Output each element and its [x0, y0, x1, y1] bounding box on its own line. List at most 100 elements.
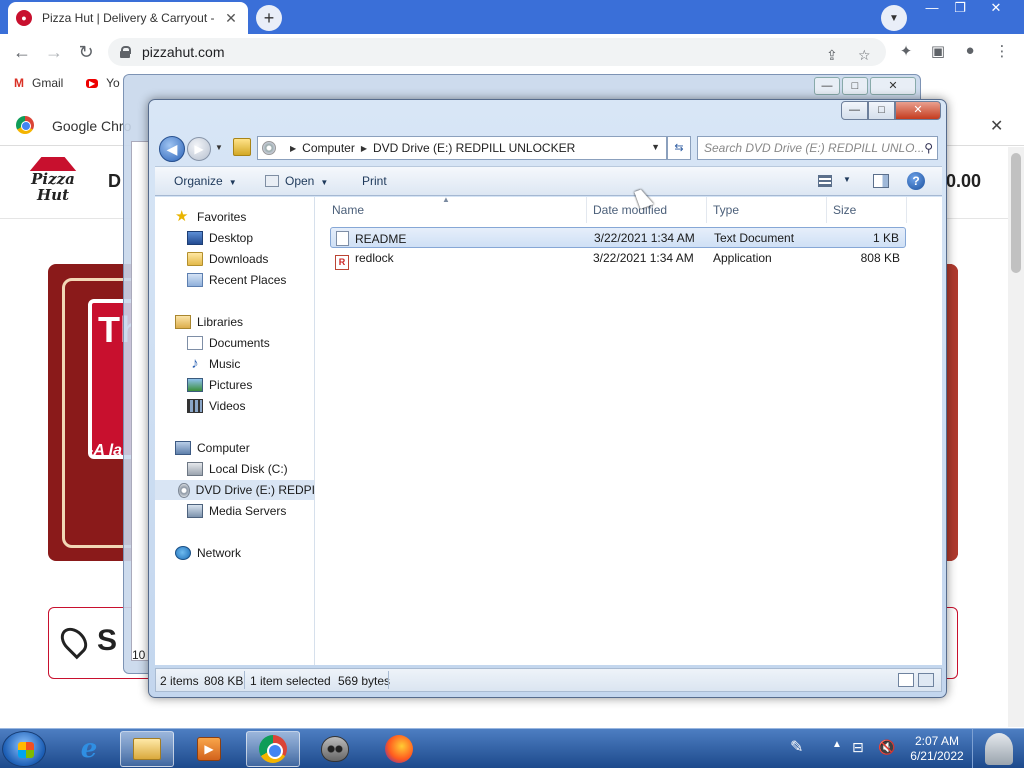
tray-expand-icon[interactable]: ▲	[832, 739, 842, 750]
taskbar-media-player[interactable]: ▶	[182, 731, 236, 767]
preview-pane-icon[interactable]	[873, 174, 889, 188]
explorer-address-bar[interactable]: ▶ Computer ▶ DVD Drive (E:) REDPILL UNLO…	[257, 136, 667, 160]
bookmark-star-icon[interactable]: ☆	[858, 47, 871, 64]
file-row-readme[interactable]: README 3/22/2021 1:34 AM Text Document 1…	[330, 227, 906, 248]
close-button[interactable]: ✕	[895, 101, 941, 120]
taskbar-explorer[interactable]	[120, 731, 174, 767]
bookmark-gmail[interactable]: M Gmail	[14, 76, 63, 90]
details-view-icon[interactable]	[898, 673, 914, 687]
taskbar-internet-explorer[interactable]: e	[62, 731, 116, 767]
navigation-pane[interactable]: ★ Favorites Desktop Downloads Recent Plac…	[155, 197, 315, 665]
pizzahut-logo-wordmark: Pizza Hut	[31, 170, 75, 204]
file-list[interactable]: Name ▲ Date modified Type Size README 3/2…	[316, 195, 942, 665]
pen-input-icon[interactable]: ✎	[790, 737, 803, 757]
nav-favorites[interactable]: ★ Favorites	[175, 207, 246, 227]
new-tab-button[interactable]: +	[256, 5, 282, 31]
bg-minimize-button[interactable]: —	[814, 77, 840, 95]
music-note-icon: ♪	[191, 355, 199, 372]
profile-icon[interactable]: ●	[960, 42, 980, 62]
browser-minimize-button[interactable]: —	[918, 0, 946, 18]
address-dropdown-icon[interactable]: ▼	[651, 142, 660, 152]
nav-computer[interactable]: Computer	[175, 438, 250, 458]
extensions-icon[interactable]: ✦	[896, 42, 916, 62]
maximize-button[interactable]: □	[868, 101, 895, 120]
breadcrumb-separator-icon[interactable]: ▶	[290, 144, 296, 153]
nav-label: Network	[197, 546, 242, 560]
nav-label: Computer	[197, 441, 250, 455]
nav-videos[interactable]: Videos	[187, 396, 245, 416]
browser-restore-button[interactable]: ❐	[946, 0, 974, 18]
view-options-chevron-icon[interactable]: ▼	[843, 175, 851, 184]
nav-libraries[interactable]: Libraries	[175, 312, 243, 332]
nav-local-disk[interactable]: Local Disk (C:)	[187, 459, 288, 479]
file-name-text: README	[355, 232, 407, 246]
system-clock[interactable]: 2:07 AM 6/21/2022	[906, 734, 968, 764]
nav-media-servers[interactable]: Media Servers	[187, 501, 286, 521]
file-row-redlock[interactable]: Rredlock 3/22/2021 1:34 AM Application 8…	[330, 248, 906, 270]
url-text: pizzahut.com	[142, 44, 225, 60]
start-button[interactable]	[2, 731, 46, 767]
reload-icon[interactable]: ↻	[74, 40, 98, 64]
print-button[interactable]: Print	[362, 174, 387, 188]
nav-desktop[interactable]: Desktop	[187, 228, 253, 248]
nav-documents[interactable]: Documents	[187, 333, 270, 353]
page-scrollbar-thumb[interactable]	[1011, 153, 1021, 273]
command-bar: Organize ▼ Open ▼ Print ▼ ?	[155, 166, 942, 196]
column-header-name[interactable]: Name ▲	[326, 195, 587, 223]
nav-pictures[interactable]: Pictures	[187, 375, 252, 395]
column-header-type[interactable]: Type	[707, 197, 827, 223]
status-total-size: 808 KB	[204, 674, 244, 688]
bg-maximize-button[interactable]: □	[842, 77, 868, 95]
taskbar-raccoon-app[interactable]	[308, 731, 362, 767]
tab-close-icon[interactable]: ✕	[222, 10, 240, 27]
recent-pages-chevron-icon[interactable]: ▼	[215, 143, 223, 152]
search-icon[interactable]: ⚲	[924, 141, 933, 155]
status-divider	[244, 671, 245, 689]
breadcrumb-separator-icon[interactable]: ▶	[361, 144, 367, 153]
large-icons-view-icon[interactable]	[918, 673, 934, 687]
nav-network[interactable]: Network	[175, 543, 241, 563]
back-button[interactable]: ◀	[159, 136, 185, 162]
show-desktop-button[interactable]	[972, 729, 1024, 768]
back-arrow-icon[interactable]: ←	[10, 40, 34, 64]
help-icon[interactable]: ?	[907, 172, 925, 190]
internet-explorer-icon: e	[80, 734, 98, 764]
tab-search-button[interactable]: ▼	[881, 5, 907, 31]
volume-muted-icon[interactable]: 🔇	[878, 739, 895, 756]
up-folder-icon[interactable]	[233, 138, 251, 156]
explorer-search-input[interactable]: Search DVD Drive (E:) REDPILL UNLO... ⚲	[697, 136, 938, 160]
menu-icon[interactable]: ⋮	[992, 42, 1012, 62]
nav-recent-places[interactable]: Recent Places	[187, 270, 286, 290]
documents-icon	[187, 336, 203, 350]
browser-tab[interactable]: ● Pizza Hut | Delivery & Carryout - ✕	[8, 2, 248, 34]
nav-dvd-drive[interactable]: DVD Drive (E:) REDPI	[155, 480, 314, 500]
nav-music[interactable]: ♪ Music	[187, 354, 240, 374]
change-view-icon[interactable]	[818, 175, 832, 187]
bg-close-button[interactable]: ✕	[870, 77, 916, 95]
bookmark-label: Yo	[106, 76, 120, 90]
nav-label: Libraries	[197, 315, 244, 329]
share-icon[interactable]: ⇪	[826, 47, 838, 64]
column-header-size[interactable]: Size	[827, 197, 907, 223]
taskbar-firefox[interactable]	[372, 731, 426, 767]
browser-close-button[interactable]: ✕	[982, 0, 1010, 18]
breadcrumb-dvd-drive[interactable]: DVD Drive (E:) REDPILL UNLOCKER	[373, 141, 575, 155]
pizzahut-logo[interactable]: Pizza Hut	[24, 157, 82, 207]
organize-button[interactable]: Organize ▼	[174, 174, 237, 188]
infobar-close-icon[interactable]: ✕	[990, 116, 1003, 136]
side-panel-icon[interactable]: ▣	[928, 42, 948, 62]
open-button[interactable]: Open ▼	[265, 174, 328, 188]
bookmark-label: Gmail	[32, 76, 64, 90]
minimize-button[interactable]: —	[841, 101, 868, 120]
breadcrumb-computer[interactable]: Computer	[302, 141, 355, 155]
refresh-button[interactable]: ⇆	[667, 136, 691, 160]
taskbar-chrome[interactable]	[246, 731, 300, 767]
bookmark-youtube[interactable]: ▶ Yo	[86, 76, 120, 90]
forward-arrow-icon[interactable]: →	[42, 40, 66, 64]
clock-time: 2:07 AM	[914, 734, 960, 748]
address-bar[interactable]: pizzahut.com ⇪ ☆	[108, 38, 886, 66]
network-status-icon[interactable]: ⊟	[852, 739, 864, 756]
nav-downloads[interactable]: Downloads	[187, 249, 268, 269]
cart-total[interactable]: 0.00	[946, 171, 981, 192]
forward-button[interactable]: ▶	[187, 137, 211, 161]
